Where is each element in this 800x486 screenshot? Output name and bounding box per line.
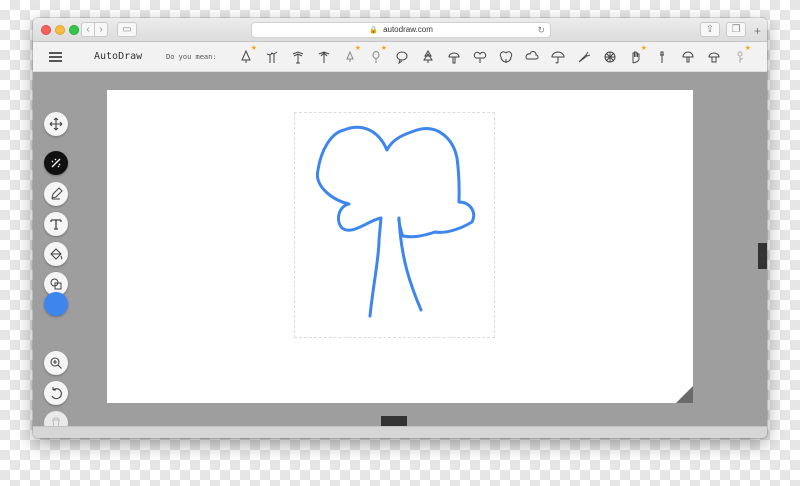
zoom-icon xyxy=(50,357,62,369)
suggestion-item[interactable] xyxy=(547,46,569,68)
pencil-icon xyxy=(51,187,63,200)
zoom-window-button[interactable] xyxy=(69,25,79,35)
fill-icon xyxy=(50,248,63,260)
suggestion-label: Do you mean: xyxy=(166,53,217,61)
suggestion-item[interactable]: ★ xyxy=(729,45,751,68)
autodraw-icon xyxy=(51,158,61,168)
wheel-icon xyxy=(604,51,616,63)
tabs-icon[interactable]: ❐ xyxy=(726,22,746,37)
suggestion-item[interactable] xyxy=(287,46,309,68)
bottom-bar xyxy=(33,426,767,438)
browser-titlebar: ‹ › ▭ 🔒 autodraw.com ↻ ⇪ ❐ + xyxy=(33,18,767,42)
suggestion-item[interactable]: ★ xyxy=(339,45,361,68)
drawing-stage xyxy=(33,72,767,435)
suggestion-item[interactable] xyxy=(651,46,673,68)
color-picker-button[interactable] xyxy=(44,292,68,316)
address-bar[interactable]: 🔒 autodraw.com ↻ xyxy=(251,22,551,38)
scroll-handle-right[interactable] xyxy=(758,243,767,269)
scroll-handle-bottom[interactable] xyxy=(381,416,407,426)
lamp-post-icon xyxy=(660,51,664,63)
app-title: AutoDraw xyxy=(94,51,143,62)
share-icon[interactable]: ⇪ xyxy=(700,22,720,37)
autodraw-tool-button[interactable] xyxy=(44,151,68,175)
suggestion-item[interactable]: ★ xyxy=(235,45,257,68)
suggestion-item[interactable] xyxy=(521,46,543,68)
hand-icon xyxy=(632,51,640,64)
browser-window: ‹ › ▭ 🔒 autodraw.com ↻ ⇪ ❐ + AutoDraw Do… xyxy=(33,18,767,438)
shape-icon xyxy=(50,278,62,290)
star-icon: ★ xyxy=(354,45,361,52)
star-icon: ★ xyxy=(744,45,751,52)
back-icon[interactable]: ‹ xyxy=(81,22,95,37)
minimize-window-button[interactable] xyxy=(55,25,65,35)
cloud-icon xyxy=(525,50,539,60)
menu-icon[interactable] xyxy=(49,52,62,62)
move-icon xyxy=(49,117,63,131)
app-toolbar: AutoDraw Do you mean: ★ ★ ★ ★ ★ xyxy=(33,42,767,72)
suggestion-item[interactable] xyxy=(417,46,439,68)
forward-icon[interactable]: › xyxy=(94,22,108,37)
cloud-tree-icon xyxy=(499,51,513,63)
fill-tool-button[interactable] xyxy=(44,242,68,266)
suggestion-item[interactable]: ★ xyxy=(625,45,647,68)
undo-button[interactable] xyxy=(44,381,68,405)
suggestion-item[interactable] xyxy=(261,46,283,68)
small-tree-icon xyxy=(346,50,354,62)
balloon-icon xyxy=(372,51,380,63)
speech-bubble-icon xyxy=(396,51,408,64)
star-icon: ★ xyxy=(250,45,257,52)
zoom-tool-button[interactable] xyxy=(44,351,68,375)
suggestion-item[interactable] xyxy=(391,46,413,68)
text-icon xyxy=(50,219,62,230)
close-window-button[interactable] xyxy=(41,25,51,35)
mushroom-3-icon xyxy=(708,52,720,63)
canvas-resize-handle[interactable] xyxy=(676,386,693,403)
suggestion-item[interactable]: ★ xyxy=(365,45,387,68)
drawing-stroke xyxy=(315,125,476,318)
bubble-tree-icon xyxy=(473,51,487,63)
suggestion-item[interactable] xyxy=(443,46,465,68)
reload-icon[interactable]: ↻ xyxy=(537,23,545,37)
star-icon: ★ xyxy=(640,45,647,52)
suggestion-item[interactable] xyxy=(677,46,699,68)
suggestion-item[interactable] xyxy=(573,46,595,68)
user-drawing[interactable] xyxy=(107,90,693,403)
palm-tree-2-icon xyxy=(318,51,330,63)
sidebar-icon[interactable]: ▭ xyxy=(117,22,137,37)
plus-icon[interactable]: + xyxy=(754,24,761,38)
suggestion-item[interactable] xyxy=(313,46,335,68)
pine-tree-icon xyxy=(241,50,251,63)
draw-tool-button[interactable] xyxy=(44,182,68,206)
suggestion-item[interactable] xyxy=(599,46,621,68)
mushroom-icon xyxy=(448,52,460,64)
type-tool-button[interactable] xyxy=(44,212,68,236)
suggestion-item[interactable] xyxy=(495,46,517,68)
suggestion-item[interactable] xyxy=(703,46,725,68)
mushroom-2-icon xyxy=(682,51,694,63)
drawing-canvas[interactable] xyxy=(107,90,693,403)
carrot-icon xyxy=(578,51,591,63)
move-tool-button[interactable] xyxy=(44,112,68,136)
star-icon: ★ xyxy=(380,45,387,52)
undo-icon xyxy=(51,387,62,400)
flower-icon xyxy=(737,51,744,63)
fir-tree-icon xyxy=(423,50,433,63)
lock-icon: 🔒 xyxy=(369,27,378,34)
suggestion-item[interactable] xyxy=(469,46,491,68)
palm-trees-icon xyxy=(266,51,278,63)
palm-tree-icon xyxy=(292,51,304,64)
umbrella-icon xyxy=(551,51,565,64)
address-text: autodraw.com xyxy=(383,25,433,34)
